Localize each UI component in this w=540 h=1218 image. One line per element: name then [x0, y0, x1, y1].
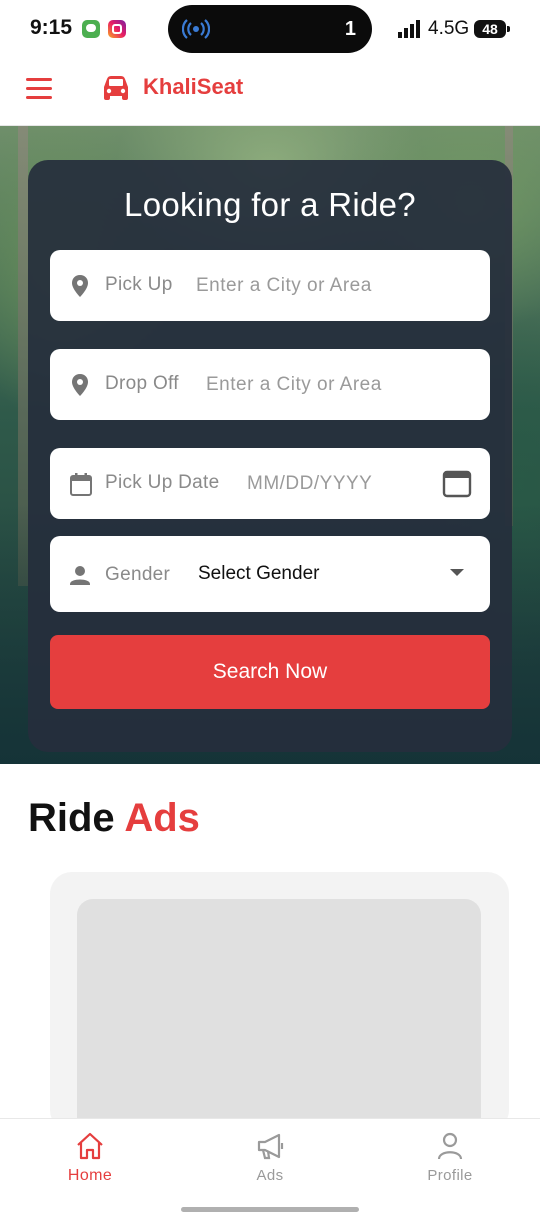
nav-ads-label: Ads: [256, 1167, 284, 1184]
broadcast-icon: [182, 19, 210, 39]
instagram-notification-icon: [108, 20, 126, 38]
bottom-navigation: Home Ads Profile: [0, 1118, 540, 1218]
hero-section: Looking for a Ride? Pick Up Drop Off: [0, 126, 540, 764]
heading-accent-part: Ads: [124, 796, 200, 840]
pickup-input[interactable]: [196, 270, 476, 302]
island-count: 1: [344, 18, 356, 40]
app-header: KhaliSeat: [0, 58, 540, 126]
brand-name[interactable]: KhaliSeat: [143, 74, 243, 100]
search-card-title: Looking for a Ride?: [124, 186, 416, 223]
calendar-icon: [70, 473, 92, 496]
person-icon: [70, 566, 90, 585]
home-icon: [77, 1132, 103, 1160]
search-now-button[interactable]: Search Now: [50, 635, 490, 709]
dropoff-input[interactable]: [206, 369, 476, 401]
home-indicator[interactable]: [181, 1207, 359, 1212]
battery-icon: 48: [474, 20, 510, 38]
ad-card[interactable]: [50, 872, 509, 1139]
chevron-down-icon: [450, 569, 464, 576]
pickup-field[interactable]: Pick Up: [50, 250, 490, 321]
pickup-date-field[interactable]: Pick Up Date: [50, 448, 490, 519]
gender-label: Gender: [105, 564, 171, 585]
dropoff-label: Drop Off: [105, 373, 179, 394]
car-logo-icon: [104, 76, 128, 100]
date-picker-calendar-icon[interactable]: [442, 468, 472, 498]
user-icon: [437, 1132, 463, 1160]
status-time: 9:15: [30, 16, 73, 39]
pickup-date-input[interactable]: [247, 468, 427, 500]
dropoff-field[interactable]: Drop Off: [50, 349, 490, 420]
pickup-label: Pick Up: [105, 274, 173, 295]
location-pin-icon: [72, 374, 88, 396]
ride-ads-heading: Ride Ads: [28, 796, 200, 841]
nav-ads[interactable]: Ads: [210, 1131, 330, 1193]
gender-select[interactable]: Gender Select Gender: [50, 536, 490, 612]
pickup-date-label: Pick Up Date: [105, 472, 220, 493]
gender-selected-value: Select Gender: [198, 563, 320, 584]
ride-search-card: Looking for a Ride? Pick Up Drop Off: [28, 160, 512, 752]
megaphone-icon: [257, 1133, 284, 1160]
messages-notification-icon: [82, 20, 100, 38]
nav-profile-label: Profile: [427, 1167, 473, 1184]
location-pin-icon: [72, 275, 88, 297]
dynamic-island: 1: [168, 5, 372, 53]
nav-home-label: Home: [67, 1167, 113, 1184]
hamburger-menu-icon[interactable]: [26, 78, 52, 100]
ad-image-placeholder: [77, 899, 481, 1139]
heading-part: Ride: [28, 796, 115, 840]
nav-home[interactable]: Home: [30, 1131, 150, 1193]
signal-icon: [398, 20, 420, 38]
nav-profile[interactable]: Profile: [390, 1131, 510, 1193]
network-type: 4.5G: [428, 18, 470, 39]
status-bar: 9:15 1 4.5G 48: [0, 0, 540, 58]
